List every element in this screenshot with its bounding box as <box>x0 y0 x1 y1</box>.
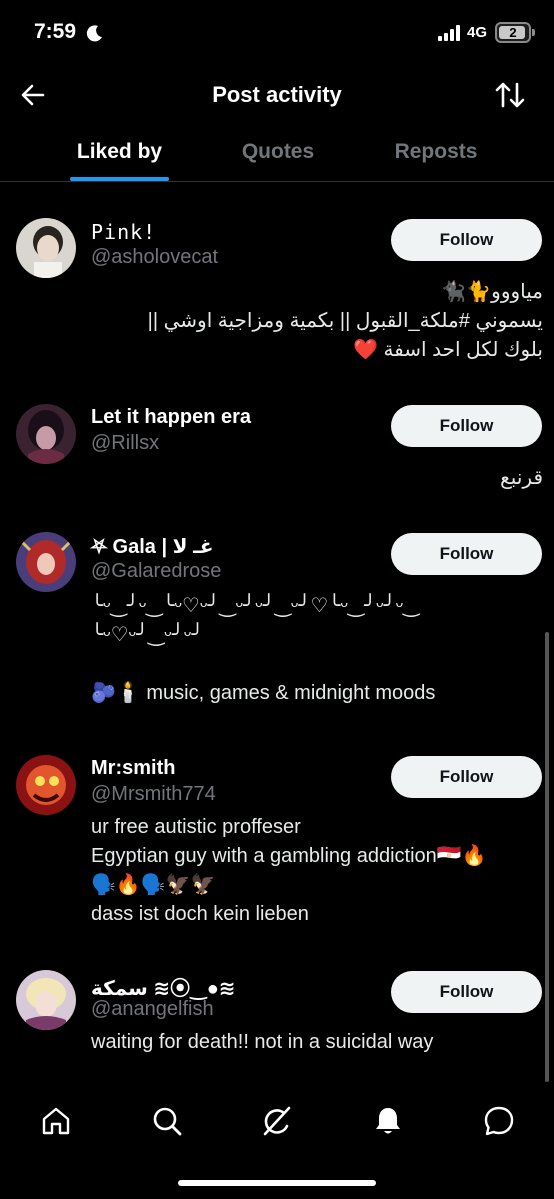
avatar[interactable] <box>16 970 76 1030</box>
display-name: Mr:smith <box>91 757 176 779</box>
active-tab-indicator <box>70 177 169 181</box>
avatar[interactable] <box>16 218 76 278</box>
user-handle: @Rillsx <box>91 432 160 454</box>
header: Post activity <box>0 64 554 124</box>
tab-reposts[interactable]: Reposts <box>378 140 494 164</box>
user-bio: ╰ᵕ‿╯ᵕ‿╰ᵕ♡ᵕ╯‿ᵕ╯ᵕ╯‿ᵕ╯♡╰ᵕ‿╯ᵕ╯ᵕ‿ ╰ᵕ♡ᵕ╯‿ᵕ╯ᵕ╯ … <box>91 595 436 704</box>
moon-icon <box>86 25 102 42</box>
user-bio: مياووو🐈🐈‍⬛ يسموني #ملكة_القبول || بكمية … <box>147 281 543 361</box>
grok-icon[interactable] <box>260 1104 294 1138</box>
status-time: 7:59 <box>34 20 77 43</box>
user-bio: ur free autistic proffeser Egyptian guy … <box>91 816 487 925</box>
tab-quotes[interactable]: Quotes <box>222 140 334 164</box>
display-name: ⛧ Gala | غـ لا <box>91 536 214 558</box>
user-handle: @anangelfish <box>91 998 214 1020</box>
page-title: Post activity <box>212 82 342 107</box>
display-name: Pink! <box>91 220 157 244</box>
notifications-icon[interactable] <box>371 1104 405 1138</box>
avatar[interactable] <box>16 404 76 464</box>
sort-icon[interactable] <box>494 79 526 111</box>
battery-icon: 2 <box>495 22 531 43</box>
user-bio: waiting for death!! not in a suicidal wa… <box>91 1031 434 1053</box>
bottom-nav <box>0 1092 554 1152</box>
cellular-signal-icon <box>438 25 460 41</box>
home-icon[interactable] <box>39 1104 73 1138</box>
follow-button[interactable]: Follow <box>391 756 542 798</box>
user-bio: قرنبع <box>500 467 543 489</box>
follow-button[interactable]: Follow <box>391 219 542 261</box>
user-handle: @Mrsmith774 <box>91 783 216 805</box>
user-handle: @asholovecat <box>91 246 219 268</box>
home-indicator[interactable] <box>178 1180 376 1186</box>
scrollbar[interactable] <box>545 632 549 1082</box>
battery-level: 2 <box>509 25 517 40</box>
tab-liked-by[interactable]: Liked by <box>70 140 169 164</box>
display-name: Let it happen era <box>91 406 252 428</box>
avatar[interactable] <box>16 755 76 815</box>
follow-button[interactable]: Follow <box>391 405 542 447</box>
follow-button[interactable]: Follow <box>391 971 542 1013</box>
status-bar: 7:59 4G 2 <box>0 0 554 64</box>
avatar[interactable] <box>16 532 76 592</box>
network-type: 4G <box>467 24 488 41</box>
messages-icon[interactable] <box>482 1104 516 1138</box>
tab-bar: Liked by Quotes Reposts <box>0 130 554 182</box>
search-icon[interactable] <box>150 1104 184 1138</box>
follow-button[interactable]: Follow <box>391 533 542 575</box>
display-name: سمكة ≋⦿‿●≋ <box>91 978 236 1000</box>
user-handle: @Galaredrose <box>91 560 222 582</box>
